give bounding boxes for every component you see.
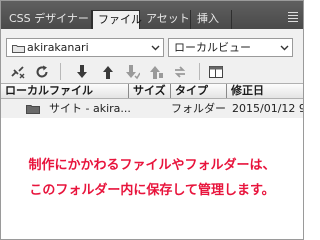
tab-assets[interactable]: アセット [141,10,191,29]
toolbar-separator [60,63,61,80]
panel-tab-strip: CSS デザイナー ファイル アセット 挿入 [1,1,303,29]
refresh-icon [36,65,48,78]
site-select[interactable]: akirakanari [6,38,164,57]
chevron-down-icon [151,45,160,51]
check-in-icon [150,66,163,79]
view-select-value: ローカルビュー [174,41,251,54]
get-files-button[interactable] [73,63,91,81]
sync-icon [174,66,186,78]
column-header-type[interactable]: タイプ [171,84,227,98]
expand-button[interactable] [207,63,225,81]
site-selector-row: akirakanari ローカルビュー [1,29,303,61]
row-type: フォルダー [171,102,226,115]
chevron-down-icon [280,45,289,51]
row-name: サイト - akira... [49,102,131,115]
check-in-button[interactable] [147,63,165,81]
put-files-icon [103,66,113,79]
site-folder-icon [12,45,25,53]
get-files-icon [77,65,87,78]
files-panel: CSS デザイナー ファイル アセット 挿入 akirakanari ローカルビ… [0,0,304,240]
row-modified: 2015/01/12 9: [232,102,303,115]
panel-menu-icon[interactable] [279,10,301,24]
put-files-button[interactable] [99,63,117,81]
annotation-line-1: 制作にかかわるファイルやフォルダーは、 [28,158,276,173]
refresh-button[interactable] [33,63,51,81]
tab-css-designer[interactable]: CSS デザイナー [4,10,92,29]
sync-button[interactable] [171,63,189,81]
folder-icon [26,105,40,114]
connect-button[interactable] [9,63,27,81]
check-out-button[interactable] [123,63,141,81]
annotation-line-2: このフォルダー内に保存して管理します。 [29,183,275,198]
files-toolbar [1,61,303,83]
check-out-icon [126,65,140,80]
toolbar-separator [199,63,200,80]
tab-files[interactable]: ファイル [92,10,142,29]
site-select-value: akirakanari [27,41,89,54]
file-list-header: ローカルファイル サイズ タイプ 修正日 [1,83,303,99]
column-header-local-files[interactable]: ローカルファイル [1,84,129,98]
column-header-size[interactable]: サイズ [129,84,171,98]
column-header-modified[interactable]: 修正日 [227,84,303,98]
table-row[interactable]: サイト - akira... フォルダー 2015/01/12 9: [1,99,303,118]
connect-icon [11,66,25,79]
tab-insert[interactable]: 挿入 [192,10,232,29]
expand-icon [209,66,223,78]
view-select[interactable]: ローカルビュー [168,38,293,57]
annotation-text: 制作にかかわるファイルやフォルダーは、 このフォルダー内に保存して管理します。 [1,153,303,203]
